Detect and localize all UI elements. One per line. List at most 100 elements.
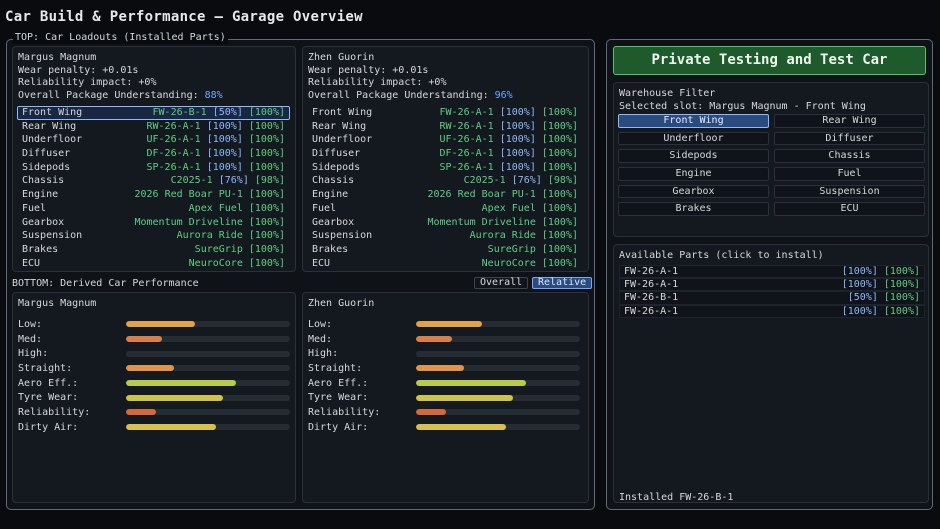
part-quality: [98%] xyxy=(547,175,578,187)
available-part-row[interactable]: FW-26-B-1 [50%] [100%] xyxy=(619,291,925,305)
slot-filter-button[interactable]: Engine xyxy=(618,167,769,181)
part-performance: [100%] xyxy=(499,148,536,160)
slot-filter-button[interactable]: Diffuser xyxy=(774,131,925,146)
metric-bar-track xyxy=(416,394,580,401)
relative-toggle[interactable]: Relative xyxy=(532,277,593,289)
part-performance: [100%] xyxy=(499,120,536,132)
part-value: Aurora Ride [100%] xyxy=(177,230,285,242)
part-row[interactable]: Fuel Apex Fuel [100%] xyxy=(17,202,290,216)
metric-bar-track xyxy=(126,350,290,357)
part-row[interactable]: Engine 2026 Red Boar PU-1 [100%] xyxy=(307,188,583,202)
slot-filter-button[interactable]: Rear Wing xyxy=(774,114,925,128)
part-slot: Fuel xyxy=(312,202,337,214)
metric-row: Tyre Wear: xyxy=(308,390,583,405)
metric-row: Med: xyxy=(308,332,583,347)
part-row[interactable]: Diffuser DF-26-A-1 [100%] [100%] xyxy=(17,147,290,161)
part-row[interactable]: ECU NeuroCore [100%] xyxy=(307,257,583,271)
available-part-value: [100%] [100%] xyxy=(842,306,920,317)
part-slot: Sidepods xyxy=(312,161,361,173)
metric-bar-fill xyxy=(126,321,195,328)
part-row[interactable]: Front Wing FW-26-B-1 [50%] [100%] xyxy=(17,106,290,120)
metric-bar-fill xyxy=(126,424,217,431)
part-row[interactable]: ECU NeuroCore [100%] xyxy=(17,257,290,271)
metric-bar-fill xyxy=(416,380,526,387)
part-name: Apex Fuel xyxy=(481,202,536,214)
part-row[interactable]: Underfloor UF-26-A-1 [100%] [100%] xyxy=(307,133,583,147)
part-row[interactable]: Fuel Apex Fuel [100%] xyxy=(307,202,583,216)
slot-filter-grid: Front Wing Rear Wing Underfloor Diffuser Sid… xyxy=(618,114,925,217)
part-value: 2026 Red Boar PU-1 [100%] xyxy=(134,189,285,201)
available-part-value: [50%] [100%] xyxy=(848,292,920,303)
part-row[interactable]: Diffuser DF-26-A-1 [100%] [100%] xyxy=(307,147,583,161)
part-value: SP-26-A-1 [100%] [100%] xyxy=(440,162,579,174)
part-value: FW-26-B-1 [50%] [100%] xyxy=(153,107,285,119)
slot-filter-button[interactable]: ECU xyxy=(774,202,925,217)
metric-label: Low: xyxy=(308,318,333,330)
reliability-impact: Reliability impact: +0% xyxy=(308,77,447,88)
slot-filter-button[interactable]: Underfloor xyxy=(618,131,769,146)
slot-filter-button[interactable]: Chassis xyxy=(774,149,925,164)
part-performance: [100%] xyxy=(499,107,536,118)
part-row[interactable]: Front Wing FW-26-A-1 [100%] [100%] xyxy=(307,106,583,120)
part-performance: [50%] xyxy=(212,107,243,118)
page-title: Car Build & Performance — Garage Overvie… xyxy=(5,9,363,25)
slot-filter-button[interactable]: Suspension xyxy=(774,184,925,199)
slot-filter-button[interactable]: Fuel xyxy=(774,167,925,181)
part-slot: Chassis xyxy=(312,175,355,187)
metric-row: Low: xyxy=(18,317,290,332)
part-row[interactable]: Rear Wing RW-26-A-1 [100%] [100%] xyxy=(307,120,583,134)
available-part-row[interactable]: FW-26-A-1 [100%] [100%] xyxy=(619,304,925,318)
part-slot: ECU xyxy=(22,257,41,269)
part-row[interactable]: Brakes SureGrip [100%] xyxy=(17,243,290,257)
part-row[interactable]: Suspension Aurora Ride [100%] xyxy=(17,229,290,243)
loadout-card-margus: Margus Magnum Wear penalty: +0.01s Relia… xyxy=(12,46,296,272)
part-quality: [100%] xyxy=(248,148,285,160)
part-row[interactable]: Chassis C2025-1 [76%] [98%] xyxy=(17,174,290,188)
part-row[interactable]: Chassis C2025-1 [76%] [98%] xyxy=(307,174,583,188)
driver-name: Margus Magnum xyxy=(18,52,97,63)
available-part-row[interactable]: FW-26-A-1 [100%] [100%] xyxy=(619,278,925,292)
part-row[interactable]: Gearbox Momentum Driveline [100%] xyxy=(17,216,290,230)
driver-name: Zhen Guorin xyxy=(308,298,375,309)
part-row[interactable]: Brakes SureGrip [100%] xyxy=(307,243,583,257)
metric-row: Reliability: xyxy=(308,405,583,420)
available-part-row[interactable]: FW-26-A-1 [100%] [100%] xyxy=(619,265,925,279)
slot-filter-button[interactable]: Sidepods xyxy=(618,149,769,164)
metric-bar-track xyxy=(126,321,290,328)
part-row[interactable]: Sidepods SP-26-A-1 [100%] [100%] xyxy=(307,161,583,175)
loadout-card-zhen: Zhen Guorin Wear penalty: +0.01s Reliabi… xyxy=(302,46,589,272)
metric-row: Dirty Air: xyxy=(308,420,583,435)
metric-label: Aero Eff.: xyxy=(18,377,79,389)
available-part-value: [100%] [100%] xyxy=(842,279,920,290)
part-slot: Gearbox xyxy=(22,216,65,228)
available-parts-title: Available Parts (click to install) xyxy=(619,250,824,261)
part-name: UF-26-A-1 xyxy=(146,134,201,146)
part-row[interactable]: Rear Wing RW-26-A-1 [100%] [100%] xyxy=(17,120,290,134)
selected-slot-text: Selected slot: Margus Magnum - Front Win… xyxy=(619,100,866,112)
available-part-value: [100%] [100%] xyxy=(842,266,920,277)
part-value: FW-26-A-1 [100%] [100%] xyxy=(440,107,579,119)
part-name: RW-26-A-1 xyxy=(439,120,494,132)
overall-toggle[interactable]: Overall xyxy=(474,277,529,289)
slot-filter-button[interactable]: Brakes xyxy=(618,202,769,217)
metric-bar-track xyxy=(126,380,290,387)
private-testing-button[interactable]: Private Testing and Test Car xyxy=(613,46,926,75)
warehouse-title: Warehouse Filter xyxy=(619,88,716,99)
part-row[interactable]: Engine 2026 Red Boar PU-1 [100%] xyxy=(17,188,290,202)
part-row[interactable]: Gearbox Momentum Driveline [100%] xyxy=(307,216,583,230)
slot-filter-button[interactable]: Gearbox xyxy=(618,184,769,199)
part-row[interactable]: Underfloor UF-26-A-1 [100%] [100%] xyxy=(17,133,290,147)
part-name: C2025-1 xyxy=(463,175,506,187)
part-slot: Rear Wing xyxy=(312,120,367,132)
metric-label: High: xyxy=(308,348,339,360)
part-quality: [100%] xyxy=(248,257,285,269)
warehouse-filter-card: Warehouse Filter Selected slot: Margus M… xyxy=(613,82,929,237)
part-row[interactable]: Suspension Aurora Ride [100%] xyxy=(307,229,583,243)
slot-filter-button[interactable]: Front Wing xyxy=(618,114,769,128)
part-row[interactable]: Sidepods SP-26-A-1 [100%] [100%] xyxy=(17,161,290,175)
part-slot: Suspension xyxy=(22,230,83,242)
metric-bar-fill xyxy=(416,365,464,372)
part-performance: [100%] xyxy=(499,161,536,173)
part-quality: [100%] xyxy=(541,107,578,118)
driver-name: Margus Magnum xyxy=(18,298,97,309)
